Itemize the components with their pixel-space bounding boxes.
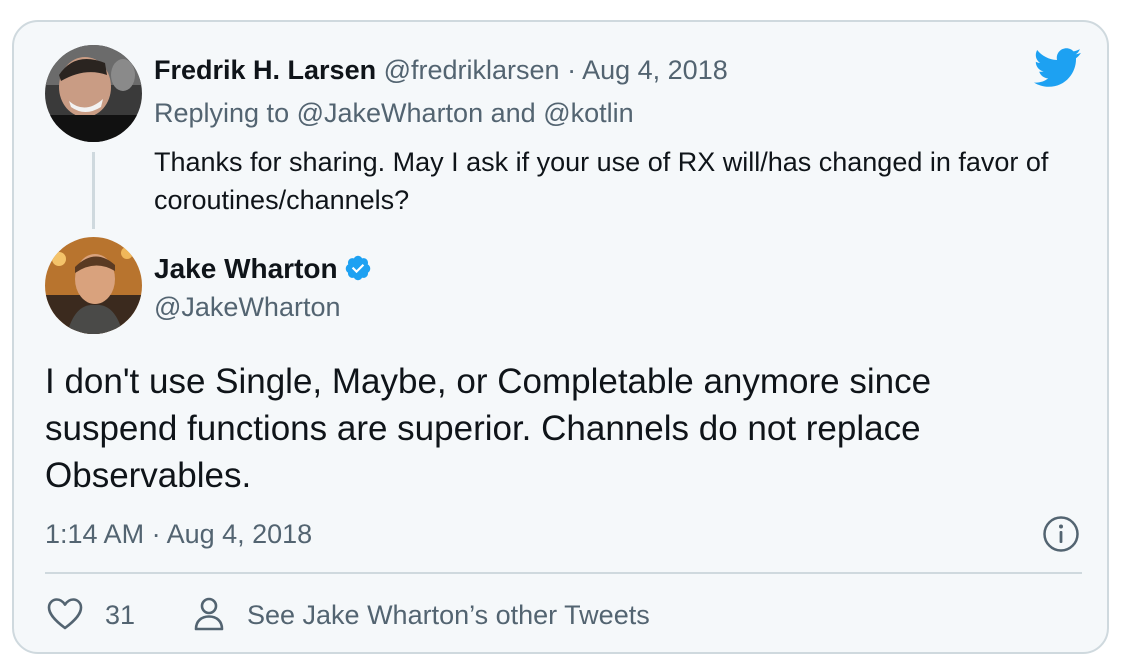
heart-icon[interactable] xyxy=(47,597,83,631)
replying-conjunction: and xyxy=(490,98,536,128)
embedded-tweet-card: Fredrik H. Larsen @fredriklarsen · Aug 4… xyxy=(12,20,1109,654)
main-tweet-text: I don't use Single, Maybe, or Completabl… xyxy=(45,362,932,495)
info-icon[interactable] xyxy=(1042,515,1080,553)
like-count[interactable]: 31 xyxy=(105,597,135,633)
replying-to-prefix: Replying to xyxy=(154,98,290,128)
reply-tweet-header: Fredrik H. Larsen @fredriklarsen · Aug 4… xyxy=(154,52,728,88)
reply-date[interactable]: Aug 4, 2018 xyxy=(582,55,728,85)
verified-badge-icon xyxy=(345,255,370,280)
main-author-name[interactable]: Jake Wharton xyxy=(154,253,338,284)
thread-connector-line xyxy=(92,152,95,229)
person-icon[interactable] xyxy=(193,596,225,632)
replying-to-line: Replying to @JakeWharton and @kotlin xyxy=(154,95,634,131)
reply-author-name[interactable]: Fredrik H. Larsen xyxy=(154,55,376,85)
twitter-bird-icon[interactable] xyxy=(1034,48,1082,88)
reply-tweet-text: Thanks for sharing. May I ask if your us… xyxy=(154,147,1049,215)
main-author-name-row: Jake Wharton xyxy=(154,251,372,287)
main-author-handle[interactable]: @JakeWharton xyxy=(154,289,340,325)
fredrik-avatar[interactable] xyxy=(45,45,142,142)
footer-divider xyxy=(45,572,1082,574)
jake-avatar[interactable] xyxy=(45,237,142,334)
header-separator: · xyxy=(567,55,577,85)
reply-author-handle[interactable]: @fredriklarsen xyxy=(384,55,560,85)
mention-kotlin[interactable]: @kotlin xyxy=(543,98,633,128)
mention-jakewharton[interactable]: @JakeWharton xyxy=(297,98,483,128)
tweet-timestamp[interactable]: 1:14 AM · Aug 4, 2018 xyxy=(45,516,312,552)
see-other-tweets-link[interactable]: See Jake Wharton’s other Tweets xyxy=(247,597,650,633)
